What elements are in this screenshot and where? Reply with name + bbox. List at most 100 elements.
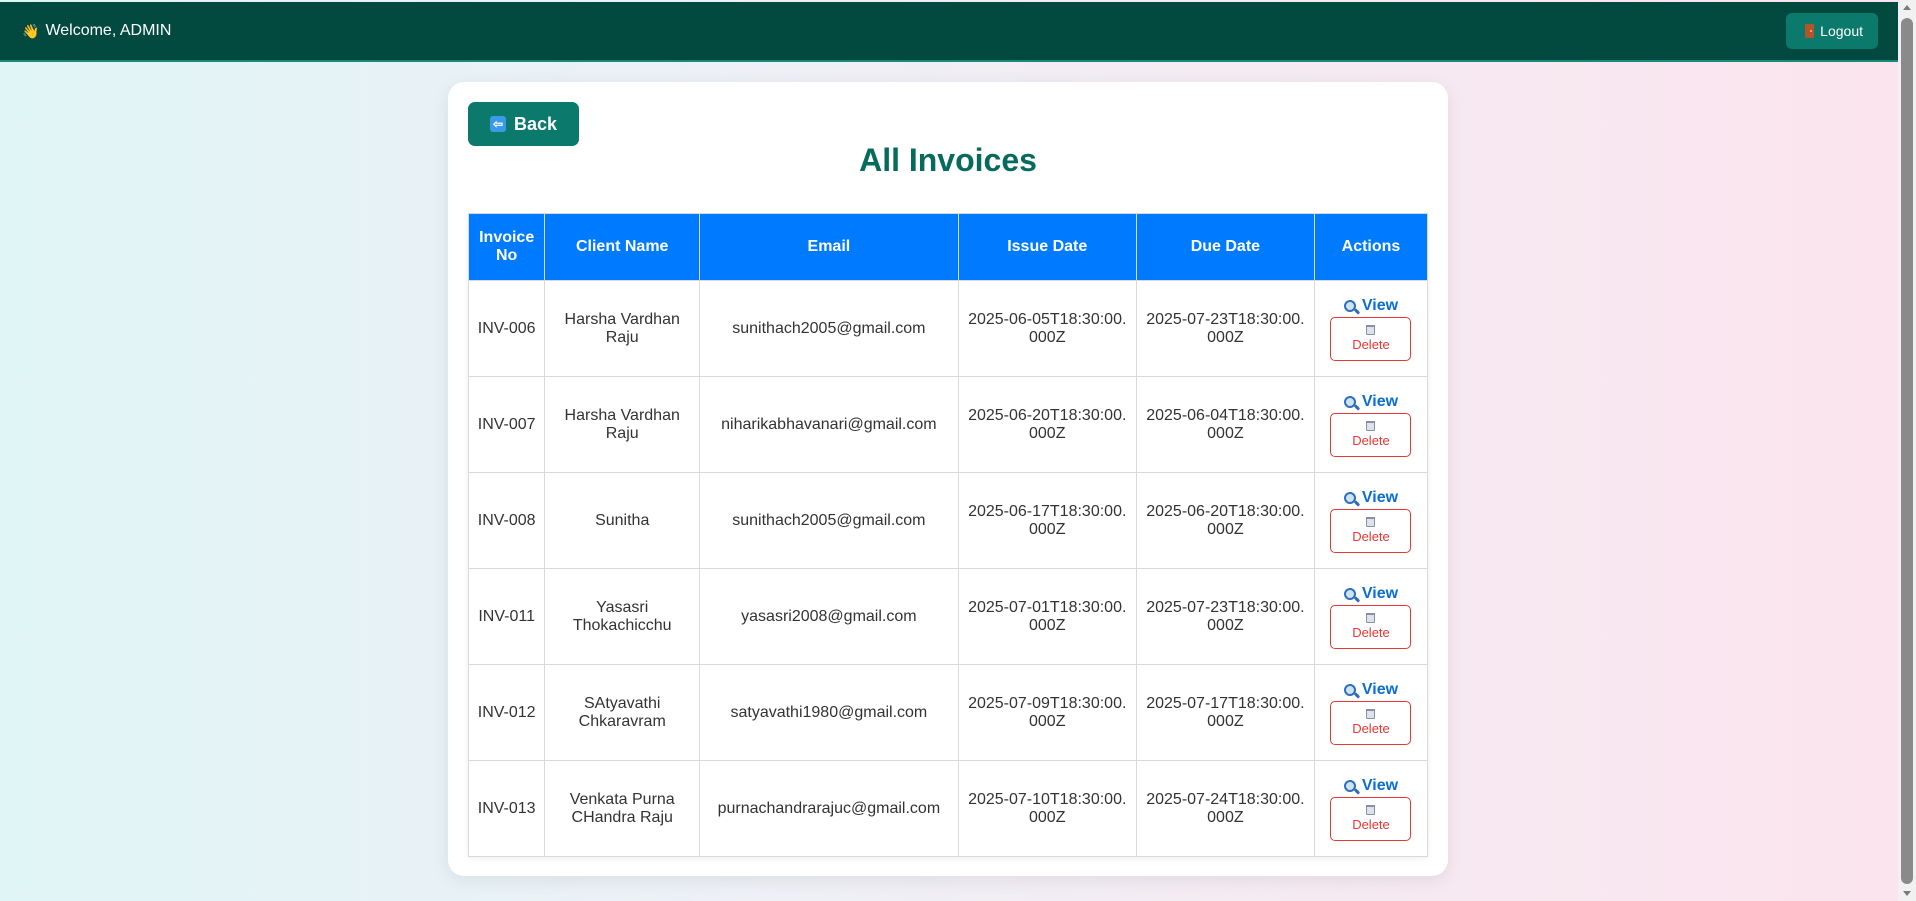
client-name-cell: Sunitha [544, 472, 701, 569]
due-date-cell: 2025-07-23T18:30:00.000Z [1135, 280, 1315, 377]
door-icon [1805, 24, 1815, 38]
magnifier-icon [1343, 299, 1356, 312]
delete-label: Delete [1352, 529, 1390, 544]
view-label: View [1361, 392, 1399, 410]
actions-cell: View Delete [1313, 376, 1429, 473]
view-link[interactable]: View [1343, 488, 1399, 507]
trash-icon [1366, 325, 1376, 335]
column-header-client-name: Client Name [544, 213, 701, 281]
actions-cell: View Delete [1313, 568, 1429, 665]
invoices-table: Invoice No Client Name Email Issue Date … [467, 213, 1429, 857]
back-button[interactable]: ⇦ Back [468, 102, 579, 146]
table-row: INV-008 Sunitha sunithach2005@gmail.com 202… [467, 472, 1429, 569]
vertical-scrollbar[interactable] [1898, 0, 1916, 901]
magnifier-icon [1343, 395, 1356, 408]
trash-icon [1366, 421, 1376, 431]
table-row: INV-012 SAtyavathi Chkaravram satyavathi19… [467, 664, 1429, 761]
invoice-no-cell: INV-007 [467, 376, 546, 473]
client-name-cell: Venkata Purna CHandra Raju [544, 760, 701, 857]
logout-button[interactable]: Logout [1786, 13, 1878, 49]
delete-button[interactable]: Delete [1330, 604, 1412, 649]
top-navbar: 👋 Welcome, ADMIN Logout [0, 2, 1898, 62]
scroll-down-arrow-icon[interactable] [1903, 891, 1911, 896]
actions-group: View Delete [1315, 681, 1427, 745]
actions-group: View Delete [1315, 585, 1427, 649]
delete-label: Delete [1352, 337, 1390, 352]
trash-icon [1366, 709, 1376, 719]
page-title: All Invoices [859, 142, 1037, 178]
due-date-cell: 2025-07-17T18:30:00.000Z [1135, 664, 1315, 761]
view-link[interactable]: View [1343, 680, 1399, 699]
view-label: View [1361, 584, 1399, 602]
delete-button[interactable]: Delete [1330, 316, 1412, 361]
view-link[interactable]: View [1343, 392, 1399, 411]
client-name-cell: Yasasri Thokachicchu [544, 568, 701, 665]
due-date-cell: 2025-07-23T18:30:00.000Z [1135, 568, 1315, 665]
trash-icon [1366, 517, 1376, 527]
scroll-thumb[interactable] [1901, 18, 1913, 884]
welcome-text: Welcome, ADMIN [45, 22, 172, 39]
table-row: INV-011 Yasasri Thokachicchu yasasri2008@g… [467, 568, 1429, 665]
invoices-card: ⇦ Back All Invoices Invoice No Client Na… [448, 82, 1448, 876]
view-label: View [1361, 296, 1399, 314]
actions-group: View Delete [1315, 393, 1427, 457]
welcome-message: 👋 Welcome, ADMIN [22, 22, 171, 40]
trash-icon [1366, 613, 1376, 623]
invoice-no-cell: INV-011 [467, 568, 546, 665]
table-row: INV-006 Harsha Vardhan Raju sunithach2005@… [467, 280, 1429, 377]
delete-label: Delete [1352, 625, 1390, 640]
column-header-email: Email [699, 213, 959, 281]
client-name-cell: Harsha Vardhan Raju [544, 376, 701, 473]
delete-button[interactable]: Delete [1330, 508, 1412, 553]
table-header-row: Invoice No Client Name Email Issue Date … [467, 213, 1429, 281]
waving-hand-icon: 👋 [22, 22, 40, 39]
actions-cell: View Delete [1313, 760, 1429, 857]
due-date-cell: 2025-07-24T18:30:00.000Z [1135, 760, 1315, 857]
issue-date-cell: 2025-06-17T18:30:00.000Z [957, 472, 1137, 569]
trash-icon [1366, 805, 1376, 815]
invoice-no-cell: INV-006 [467, 280, 546, 377]
view-link[interactable]: View [1343, 776, 1399, 795]
delete-button[interactable]: Delete [1330, 796, 1412, 841]
view-label: View [1361, 776, 1399, 794]
issue-date-cell: 2025-07-09T18:30:00.000Z [957, 664, 1137, 761]
client-name-cell: Harsha Vardhan Raju [544, 280, 701, 377]
column-header-issue-date: Issue Date [957, 213, 1137, 281]
email-cell: sunithach2005@gmail.com [699, 472, 959, 569]
scroll-up-arrow-icon[interactable] [1903, 5, 1911, 10]
column-header-due-date: Due Date [1135, 213, 1315, 281]
due-date-cell: 2025-06-04T18:30:00.000Z [1135, 376, 1315, 473]
magnifier-icon [1343, 683, 1356, 696]
delete-button[interactable]: Delete [1330, 412, 1412, 457]
delete-button[interactable]: Delete [1330, 700, 1412, 745]
column-header-invoice-no: Invoice No [467, 213, 546, 281]
invoice-no-cell: INV-008 [467, 472, 546, 569]
actions-group: View Delete [1315, 297, 1427, 361]
delete-label: Delete [1352, 817, 1390, 832]
view-link[interactable]: View [1343, 584, 1399, 603]
client-name-cell: SAtyavathi Chkaravram [544, 664, 701, 761]
issue-date-cell: 2025-07-01T18:30:00.000Z [957, 568, 1137, 665]
magnifier-icon [1343, 779, 1356, 792]
actions-cell: View Delete [1313, 664, 1429, 761]
email-cell: yasasri2008@gmail.com [699, 568, 959, 665]
invoice-no-cell: INV-013 [467, 760, 546, 857]
actions-cell: View Delete [1313, 472, 1429, 569]
email-cell: sunithach2005@gmail.com [699, 280, 959, 377]
table-row: INV-013 Venkata Purna CHandra Raju purnach… [467, 760, 1429, 857]
delete-label: Delete [1352, 721, 1390, 736]
email-cell: niharikabhavanari@gmail.com [699, 376, 959, 473]
delete-label: Delete [1352, 433, 1390, 448]
magnifier-icon [1343, 491, 1356, 504]
view-label: View [1361, 680, 1399, 698]
view-label: View [1361, 488, 1399, 506]
invoice-no-cell: INV-012 [467, 664, 546, 761]
logout-label: Logout [1820, 23, 1863, 39]
invoice-rows: INV-006 Harsha Vardhan Raju sunithach2005@… [467, 280, 1429, 857]
actions-group: View Delete [1315, 777, 1427, 841]
issue-date-cell: 2025-07-10T18:30:00.000Z [957, 760, 1137, 857]
actions-cell: View Delete [1313, 280, 1429, 377]
view-link[interactable]: View [1343, 296, 1399, 315]
email-cell: satyavathi1980@gmail.com [699, 664, 959, 761]
back-label: Back [513, 113, 558, 134]
